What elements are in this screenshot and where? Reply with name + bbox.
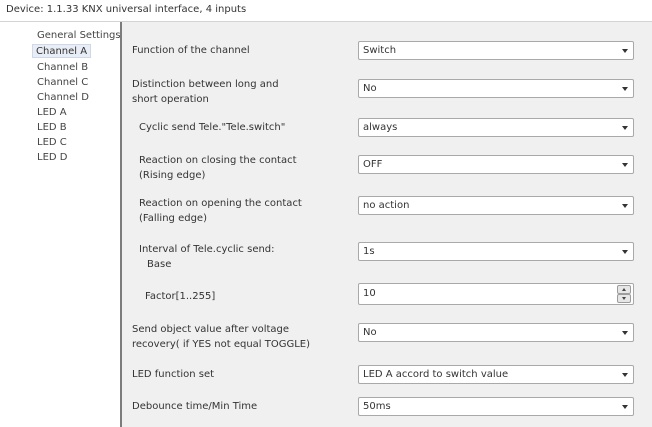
send-object-select-value: No <box>363 327 377 338</box>
param-label-factor: Factor[1..255] <box>145 291 216 302</box>
param-label-send-object-line2: recovery( if YES not equal TOGGLE) <box>132 339 311 350</box>
sidebar-item-led-c[interactable]: LED C <box>34 136 70 150</box>
window-title: Device: 1.1.33 KNX universal interface, … <box>0 0 652 22</box>
chevron-down-icon <box>622 87 628 91</box>
reaction-closing-select[interactable]: OFF <box>358 155 634 174</box>
send-object-select[interactable]: No <box>358 323 634 342</box>
sidebar-item-channel-c[interactable]: Channel C <box>34 76 91 90</box>
sidebar-item-channel-a[interactable]: Channel A <box>32 44 92 58</box>
sidebar-item-led-d[interactable]: LED D <box>34 151 70 165</box>
param-label-cyclic-send: Cyclic send Tele."Tele.switch" <box>139 122 286 133</box>
param-label-distinction-line2: short operation <box>132 94 209 105</box>
param-label-distinction-line1: Distinction between long and <box>132 79 279 90</box>
sidebar-item-led-a[interactable]: LED A <box>34 106 70 120</box>
factor-stepper-value: 10 <box>363 288 376 299</box>
led-function-select[interactable]: LED A accord to switch value <box>358 365 634 384</box>
function-select[interactable]: Switch <box>358 41 634 60</box>
stepper-up-button[interactable] <box>617 285 631 294</box>
distinction-select-value: No <box>363 83 377 94</box>
param-label-reaction-closing-line1: Reaction on closing the contact <box>139 155 297 166</box>
reaction-opening-select[interactable]: no action <box>358 196 634 215</box>
param-label-reaction-opening-line2: (Falling edge) <box>139 213 207 224</box>
param-label-interval: Interval of Tele.cyclic send: Base <box>139 242 275 272</box>
cyclic-send-select-value: always <box>363 122 398 133</box>
chevron-down-icon <box>622 250 628 254</box>
caret-up-icon <box>622 288 626 291</box>
sidebar-item-channel-b[interactable]: Channel B <box>34 61 91 75</box>
factor-stepper[interactable]: 10 <box>358 283 634 305</box>
param-label-interval-line1: Interval of Tele.cyclic send: <box>139 244 275 255</box>
param-label-led-function: LED function set <box>132 369 215 380</box>
chevron-down-icon <box>622 405 628 409</box>
parameter-panel: Function of the channel Switch Distincti… <box>122 22 652 427</box>
param-label-reaction-opening-line1: Reaction on opening the contact <box>139 198 302 209</box>
param-label-reaction-opening: Reaction on opening the contact (Falling… <box>139 196 302 226</box>
sidebar: General Settings Channel A Channel B Cha… <box>0 22 121 427</box>
sidebar-item-channel-d[interactable]: Channel D <box>34 91 92 105</box>
reaction-closing-select-value: OFF <box>363 159 383 170</box>
cyclic-send-select[interactable]: always <box>358 118 634 137</box>
chevron-down-icon <box>622 49 628 53</box>
sidebar-item-general-settings[interactable]: General Settings <box>34 29 124 43</box>
chevron-down-icon <box>622 126 628 130</box>
param-label-distinction: Distinction between long and short opera… <box>132 77 279 107</box>
chevron-down-icon <box>622 204 628 208</box>
debounce-select-value: 50ms <box>363 401 391 412</box>
interval-base-select[interactable]: 1s <box>358 242 634 261</box>
led-function-select-value: LED A accord to switch value <box>363 369 509 380</box>
interval-base-select-value: 1s <box>363 246 375 257</box>
chevron-down-icon <box>622 163 628 167</box>
param-label-send-object-line1: Send object value after voltage <box>132 324 290 335</box>
param-label-reaction-closing: Reaction on closing the contact (Rising … <box>139 153 297 183</box>
factor-stepper-buttons <box>617 285 631 303</box>
distinction-select[interactable]: No <box>358 79 634 98</box>
caret-down-icon <box>622 297 626 300</box>
function-select-value: Switch <box>363 45 397 56</box>
param-label-send-object: Send object value after voltage recovery… <box>132 322 310 352</box>
reaction-opening-select-value: no action <box>363 200 410 211</box>
sidebar-item-led-b[interactable]: LED B <box>34 121 70 135</box>
param-label-interval-line2: Base <box>147 259 172 270</box>
chevron-down-icon <box>622 373 628 377</box>
stepper-down-button[interactable] <box>617 294 631 303</box>
debounce-select[interactable]: 50ms <box>358 397 634 416</box>
chevron-down-icon <box>622 331 628 335</box>
param-label-function: Function of the channel <box>132 45 250 56</box>
param-label-reaction-closing-line2: (Rising edge) <box>139 170 206 181</box>
param-label-debounce: Debounce time/Min Time <box>132 401 258 412</box>
